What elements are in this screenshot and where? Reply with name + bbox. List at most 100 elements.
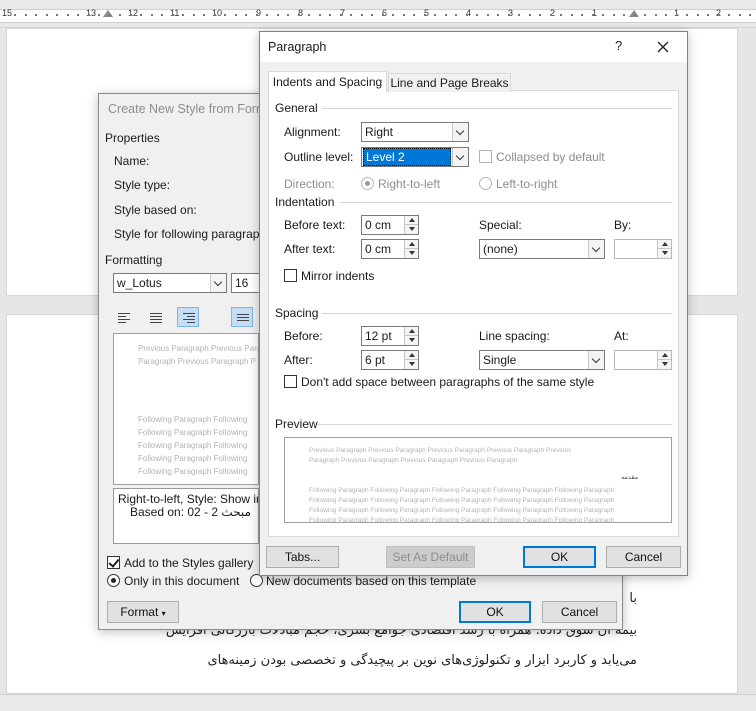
ruler-tick bbox=[634, 14, 636, 16]
special-combo[interactable]: (none) bbox=[479, 239, 605, 259]
chevron-down-icon[interactable] bbox=[210, 274, 226, 292]
horizontal-ruler[interactable]: 15 13 12 11 10 9 8 7 6 5 4 3 2 1 1 2 bbox=[0, 0, 756, 28]
paragraph-ok-button[interactable]: OK bbox=[523, 546, 596, 568]
outline-level-combo[interactable]: Level 2 bbox=[361, 147, 469, 167]
ruler-tick bbox=[497, 14, 499, 16]
spin-down-icon[interactable] bbox=[404, 360, 418, 369]
only-this-document-radio[interactable] bbox=[107, 574, 120, 587]
ruler-tick bbox=[623, 14, 625, 16]
spin-up-icon[interactable] bbox=[404, 351, 418, 360]
ruler-tick bbox=[676, 14, 678, 16]
ruler-number: 4 bbox=[466, 8, 472, 18]
after-text-value: 0 cm bbox=[365, 242, 392, 256]
dont-add-space-checkbox[interactable] bbox=[284, 375, 297, 388]
description-line: Right-to-left, Style: Show in bbox=[118, 492, 259, 506]
format-button-label: Format bbox=[120, 605, 159, 619]
format-menu-button[interactable]: Format ▾ bbox=[107, 601, 179, 623]
ruler-tick bbox=[466, 14, 468, 16]
help-icon[interactable]: ? bbox=[615, 38, 622, 53]
tab-label: Line and Page Breaks bbox=[390, 76, 509, 90]
new-documents-label: New documents based on this template bbox=[266, 574, 477, 588]
ruler-tick bbox=[172, 14, 174, 16]
before-text-spinner[interactable]: 0 cm bbox=[361, 215, 419, 235]
add-to-gallery-checkbox[interactable] bbox=[107, 556, 120, 569]
only-this-document-label: Only in this document bbox=[124, 574, 240, 588]
spin-up-icon[interactable] bbox=[404, 327, 418, 336]
indentation-group-title: Indentation bbox=[275, 195, 335, 209]
font-name-value: w_Lotus bbox=[117, 276, 162, 290]
spin-down-icon[interactable] bbox=[404, 336, 418, 345]
mirror-indents-checkbox[interactable] bbox=[284, 269, 297, 282]
tab-line-page-breaks[interactable]: Line and Page Breaks bbox=[388, 73, 511, 92]
preview-following-line: Following Paragraph Following bbox=[138, 428, 248, 437]
right-to-left-label: Right-to-left bbox=[378, 177, 441, 191]
ruler-number: 12 bbox=[128, 8, 139, 18]
align-right-button[interactable] bbox=[177, 307, 199, 327]
spin-down-icon[interactable] bbox=[657, 360, 671, 369]
line-spacing-combo[interactable]: Single bbox=[479, 350, 605, 370]
ruler-tick bbox=[56, 14, 58, 16]
ruler-tick bbox=[203, 14, 205, 16]
by-spinner[interactable] bbox=[614, 239, 672, 259]
chevron-down-icon[interactable] bbox=[588, 240, 604, 258]
spin-down-icon[interactable] bbox=[404, 225, 418, 234]
special-label: Special: bbox=[479, 218, 522, 232]
line-spacing-single-button[interactable] bbox=[231, 307, 253, 327]
spin-up-icon[interactable] bbox=[657, 351, 671, 360]
description-line: Based on: 02 - 2 مبحث bbox=[130, 505, 251, 519]
ruler-tick bbox=[130, 14, 132, 16]
spin-up-icon[interactable] bbox=[657, 240, 671, 249]
ruler-tick bbox=[686, 14, 688, 16]
after-text-spinner[interactable]: 0 cm bbox=[361, 239, 419, 259]
alignment-combo[interactable]: Right bbox=[361, 122, 469, 142]
formatting-group-title: Formatting bbox=[105, 253, 163, 267]
ruler-number: 9 bbox=[256, 8, 262, 18]
divider bbox=[340, 202, 672, 203]
font-size-combo[interactable]: 16 bbox=[231, 273, 261, 293]
set-as-default-button[interactable]: Set As Default bbox=[386, 546, 475, 568]
spacing-before-spinner[interactable]: 12 pt bbox=[361, 326, 419, 346]
spin-down-icon[interactable] bbox=[657, 249, 671, 258]
ruler-tick bbox=[193, 14, 195, 16]
ruler-tick bbox=[119, 14, 121, 16]
ruler-track bbox=[0, 9, 756, 23]
outline-level-value: Level 2 bbox=[363, 148, 451, 166]
align-center-button[interactable] bbox=[145, 308, 167, 328]
paragraph-cancel-button[interactable]: Cancel bbox=[606, 546, 681, 568]
special-value: (none) bbox=[483, 242, 518, 256]
direction-label: Direction: bbox=[284, 177, 335, 191]
chevron-down-icon[interactable] bbox=[452, 123, 468, 141]
left-to-right-radio[interactable] bbox=[479, 177, 492, 190]
chevron-down-icon[interactable] bbox=[588, 351, 604, 369]
spin-down-icon[interactable] bbox=[404, 249, 418, 258]
spin-up-icon[interactable] bbox=[404, 240, 418, 249]
ruler-tick bbox=[308, 14, 310, 16]
ruler-number: 5 bbox=[424, 8, 430, 18]
spin-up-icon[interactable] bbox=[404, 216, 418, 225]
tabs-button[interactable]: Tabs... bbox=[266, 546, 339, 568]
document-text-line: با bbox=[629, 591, 637, 606]
after-label: After: bbox=[284, 353, 313, 367]
at-spinner[interactable] bbox=[614, 350, 672, 370]
chevron-down-icon[interactable] bbox=[452, 148, 468, 166]
ruler-tick bbox=[235, 14, 237, 16]
font-name-combo[interactable]: w_Lotus bbox=[113, 273, 227, 293]
close-icon[interactable] bbox=[657, 41, 669, 53]
right-to-left-radio[interactable] bbox=[361, 177, 374, 190]
mirror-indents-label: Mirror indents bbox=[301, 269, 375, 283]
document-text-line: می‌یابد و کاربرد ابزار و تکنولوژی‌های نو… bbox=[207, 653, 637, 668]
align-left-button[interactable] bbox=[113, 308, 135, 328]
at-label: At: bbox=[614, 329, 629, 343]
add-to-gallery-label: Add to the Styles gallery bbox=[124, 556, 254, 570]
collapsed-checkbox[interactable] bbox=[479, 150, 492, 163]
create-style-ok-button[interactable]: OK bbox=[459, 601, 531, 623]
paragraph-dialog[interactable]: Paragraph ? Indents and Spacing Line and… bbox=[259, 31, 688, 576]
style-preview-box: Previous Paragraph Previous Para Paragra… bbox=[113, 333, 259, 485]
alignment-value: Right bbox=[365, 125, 394, 139]
preview-following-line: Following Paragraph Following Paragraph … bbox=[309, 507, 615, 514]
spacing-after-spinner[interactable]: 6 pt bbox=[361, 350, 419, 370]
ruler-number: 6 bbox=[382, 8, 388, 18]
left-indent-marker[interactable] bbox=[103, 10, 113, 17]
create-style-cancel-button[interactable]: Cancel bbox=[542, 601, 617, 623]
tab-indents-spacing[interactable]: Indents and Spacing bbox=[268, 71, 387, 93]
